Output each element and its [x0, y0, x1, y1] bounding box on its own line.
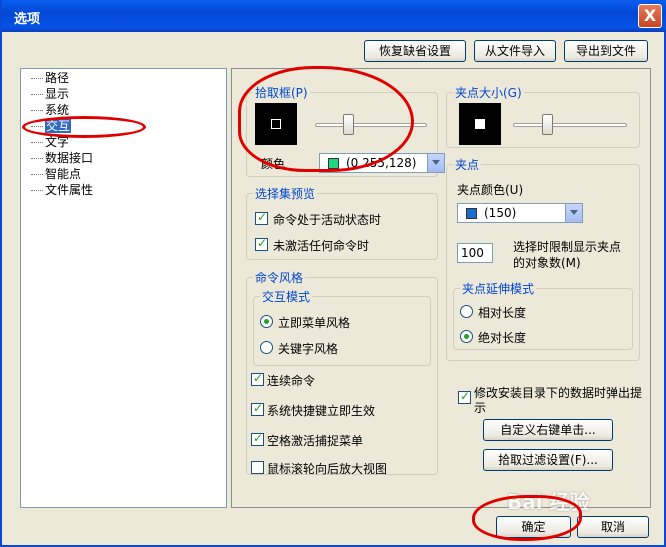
title-bar[interactable]: 选项 X — [2, 0, 666, 32]
install-popup-checkbox[interactable] — [458, 389, 471, 404]
space-snap-label: 空格激活捕捉菜单 — [267, 434, 364, 448]
tree-item-smart-point[interactable]: 智能点 — [31, 167, 81, 182]
keyword-style-label: 关键字风格 — [278, 342, 339, 356]
grip-size-slider-track[interactable] — [513, 123, 627, 127]
options-tree[interactable]: 路径 显示 系统 交互 文字 数据接口 智能点 文件属性 — [20, 68, 227, 508]
menu-style-label: 立即菜单风格 — [278, 316, 351, 330]
absolute-length-radio[interactable] — [460, 330, 473, 343]
custom-right-click-button[interactable]: 自定义右键单击... — [483, 419, 613, 441]
pickbox-preview — [255, 103, 297, 145]
ok-button[interactable]: 确定 — [496, 516, 571, 538]
pickbox-square-icon — [271, 119, 281, 129]
wheel-zoom-checkbox[interactable] — [251, 461, 264, 474]
install-popup-label-1: 修改安装目录下的数据时弹出提 — [474, 386, 643, 400]
command-style-group: 命令风格 交互模式 立即菜单风格 关键字风格 连续命令 系统快捷键立即生效 空格… — [246, 269, 438, 476]
continuous-cmd-label: 连续命令 — [267, 374, 316, 388]
pickbox-title: 拾取框(P) — [253, 84, 310, 101]
cancel-button[interactable]: 取消 — [577, 516, 649, 538]
interaction-mode-title: 交互模式 — [260, 288, 313, 305]
pickbox-color-label: 颜色 — [261, 157, 286, 171]
menu-style-radio[interactable] — [260, 315, 273, 328]
restore-defaults-button[interactable]: 恢复缺省设置 — [364, 40, 466, 62]
continuous-cmd-checkbox[interactable] — [251, 371, 264, 386]
tree-item-system[interactable]: 系统 — [31, 103, 69, 118]
chevron-down-icon[interactable] — [427, 154, 444, 172]
import-from-file-button[interactable]: 从文件导入 — [474, 40, 556, 62]
shortcut-checkbox[interactable] — [251, 401, 264, 416]
grip-size-group: 夹点大小(G) — [446, 84, 640, 148]
tree-item-interaction[interactable]: 交互 — [31, 119, 72, 134]
grip-size-title: 夹点大小(G) — [453, 84, 524, 101]
grip-limit-input[interactable]: 100 — [457, 243, 493, 263]
active-cmd-checkbox[interactable] — [255, 210, 268, 225]
pick-filter-button[interactable]: 拾取过滤设置(F)... — [483, 449, 613, 471]
grip-square-icon — [475, 119, 485, 129]
window-title: 选项 — [14, 12, 41, 27]
no-cmd-checkbox[interactable] — [255, 236, 268, 251]
tree-item-data-interface[interactable]: 数据接口 — [31, 151, 93, 166]
pickbox-slider-track[interactable] — [315, 123, 427, 127]
interaction-mode-group: 交互模式 立即菜单风格 关键字风格 — [253, 288, 431, 366]
pickbox-color-select[interactable]: (0,255,128) — [319, 153, 445, 173]
relative-length-label: 相对长度 — [478, 306, 527, 320]
active-cmd-label: 命令处于活动状态时 — [273, 213, 382, 227]
close-icon: X — [643, 6, 657, 25]
tree-item-file-properties[interactable]: 文件属性 — [31, 183, 93, 198]
close-button[interactable]: X — [638, 4, 662, 28]
baidu-watermark: Bai 经验 — [507, 490, 590, 514]
tree-item-path[interactable]: 路径 — [31, 71, 69, 86]
selection-preview-group: 选择集预览 命令处于活动状态时 未激活任何命令时 — [246, 185, 438, 260]
install-popup-label-2: 示 — [474, 401, 487, 415]
tree-item-display[interactable]: 显示 — [31, 87, 69, 102]
shortcut-label: 系统快捷键立即生效 — [267, 404, 376, 418]
grip-color-label: 夹点颜色(U) — [457, 183, 524, 197]
absolute-length-label: 绝对长度 — [478, 331, 527, 345]
options-dialog: 选项 X 恢复缺省设置 从文件导入 导出到文件 路径 显示 系统 交互 文字 数… — [0, 0, 666, 547]
grip-size-slider-thumb[interactable] — [541, 114, 553, 135]
command-style-title: 命令风格 — [253, 269, 306, 286]
grip-color-swatch — [466, 208, 477, 219]
export-to-file-button[interactable]: 导出到文件 — [564, 40, 648, 62]
grip-limit-label-1: 选择时限制显示夹点 — [513, 240, 622, 254]
chevron-down-icon[interactable] — [565, 204, 582, 222]
keyword-style-radio[interactable] — [260, 341, 273, 354]
grip-color-select[interactable]: (150) — [457, 203, 583, 223]
pickbox-color-swatch — [328, 158, 339, 169]
pickbox-color-value: (0,255,128) — [346, 156, 417, 170]
grips-group: 夹点 夹点颜色(U) (150) 100 选择时限制显示夹点 的对象数(M) 夹… — [446, 156, 640, 361]
pickbox-slider-thumb[interactable] — [343, 114, 355, 135]
grip-limit-label-2: 的对象数(M) — [513, 256, 581, 270]
options-content: 拾取框(P) 颜色 (0,255,128) 选择集预览 命令处于活动状态时 未激… — [231, 68, 651, 508]
space-snap-checkbox[interactable] — [251, 431, 264, 446]
no-cmd-label: 未激活任何命令时 — [273, 239, 370, 253]
relative-length-radio[interactable] — [460, 305, 473, 318]
tree-item-text[interactable]: 文字 — [31, 135, 69, 150]
grip-stretch-title: 夹点延伸模式 — [460, 280, 537, 297]
selection-preview-title: 选择集预览 — [253, 185, 318, 202]
grip-color-value: (150) — [484, 206, 517, 220]
grip-size-preview — [459, 103, 501, 145]
pickbox-group: 拾取框(P) 颜色 (0,255,128) — [246, 84, 445, 177]
grip-stretch-group: 夹点延伸模式 相对长度 绝对长度 — [453, 280, 633, 350]
grips-title: 夹点 — [453, 156, 482, 173]
wheel-zoom-label: 鼠标滚轮向后放大视图 — [267, 462, 388, 476]
